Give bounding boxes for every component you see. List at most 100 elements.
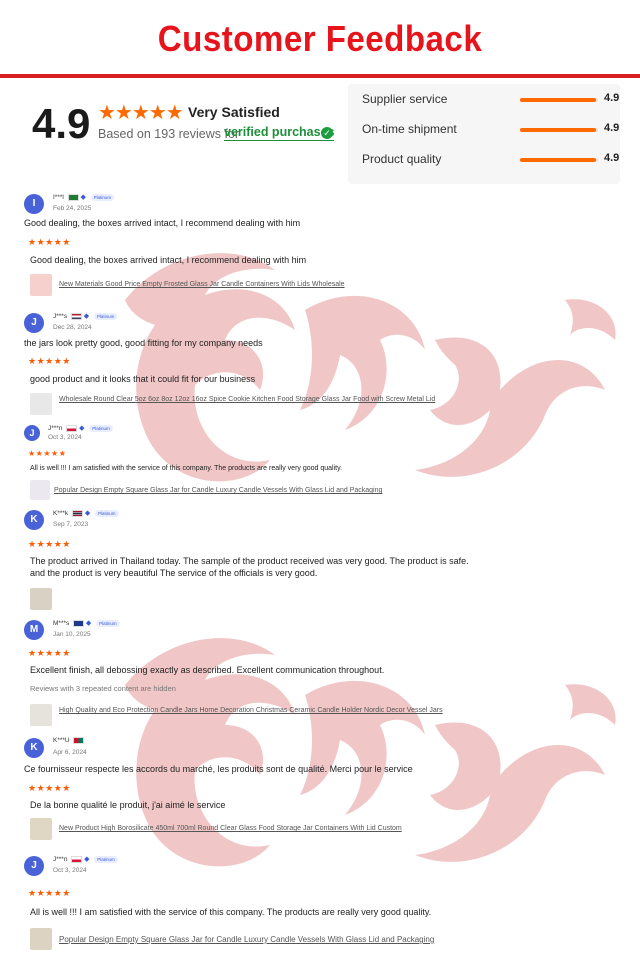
product-name[interactable]: Wholesale Round Clear 5oz 6oz 8oz 12oz 1… <box>59 395 479 405</box>
review-date: Apr 6, 2024 <box>53 749 87 756</box>
product-link[interactable]: Wholesale Round Clear 5oz 6oz 8oz 12oz 1… <box>30 393 490 415</box>
reviewer-name: I***l ◆ Platinum <box>53 193 115 201</box>
review-date: Feb 24, 2025 <box>53 205 92 212</box>
platinum-badge: Platinum <box>95 509 119 517</box>
platinum-badge: Platinum <box>90 193 115 201</box>
metric-bar <box>520 128 598 132</box>
review-date: Oct 3, 2024 <box>53 867 87 874</box>
title-divider <box>0 74 640 78</box>
flag-icon <box>71 855 83 863</box>
reviewer-name: M***s ◆ Platinum <box>53 619 120 627</box>
reviewer-name: K***U <box>53 737 85 745</box>
diamond-icon: ◆ <box>85 620 92 627</box>
verified-purchases-link[interactable]: verified purchases <box>224 125 335 141</box>
product-link[interactable] <box>30 588 490 610</box>
diamond-icon: ◆ <box>84 856 90 863</box>
reviewer-masked-name: J***n <box>53 856 68 863</box>
flag-icon <box>67 193 79 201</box>
reviewer-name: K***k ◆ Platinum <box>53 509 119 517</box>
flag-icon <box>73 737 85 744</box>
metric-on-time-shipment: On-time shipment 4.9 <box>362 120 619 140</box>
product-name[interactable]: High Quality and Eco Protection Candle J… <box>59 706 479 716</box>
reviewer-masked-name: K***k <box>53 510 69 517</box>
avatar: K <box>24 510 44 530</box>
review-date: Sep 7, 2023 <box>53 521 89 528</box>
metric-value: 4.9 <box>604 152 620 164</box>
reviewer-name: J***s ◆ Platinum <box>53 312 118 320</box>
hidden-reviews-note: Reviews with 3 repeated content are hidd… <box>30 684 176 693</box>
review-date: Jan 10, 2025 <box>53 631 91 638</box>
product-thumbnail <box>30 393 52 415</box>
product-link[interactable]: Popular Design Empty Square Glass Jar fo… <box>30 928 490 950</box>
product-link[interactable]: High Quality and Eco Protection Candle J… <box>30 704 490 726</box>
avatar: J <box>24 425 40 441</box>
flag-icon <box>73 619 85 627</box>
product-thumbnail <box>30 704 52 726</box>
review-text: Good dealing, the boxes arrived intact, … <box>30 255 307 265</box>
metric-label: Product quality <box>362 152 442 166</box>
flag-icon <box>70 312 82 320</box>
product-thumbnail <box>30 818 52 840</box>
review-stars: ★★★★★ <box>28 237 71 247</box>
metric-bar-fill <box>520 158 597 162</box>
review-comment: Good dealing, the boxes arrived intact, … <box>24 218 301 228</box>
review-stars: ★★★★★ <box>28 648 71 658</box>
product-name[interactable]: New Materials Good Price Empty Frosted G… <box>59 281 345 288</box>
review-date: Dec 28, 2024 <box>53 324 92 331</box>
review-text: Excellent finish, all debossing exactly … <box>30 665 385 675</box>
product-link[interactable]: New Materials Good Price Empty Frosted G… <box>30 274 490 296</box>
review-text: The product arrived in Thailand today. T… <box>30 556 469 578</box>
product-link[interactable]: New Product High Borosilicate 450ml 700m… <box>30 818 490 840</box>
reviewer-masked-name: J***n <box>48 425 63 432</box>
review-stars: ★★★★★ <box>28 888 71 898</box>
review-text: All is well !!! I am satisfied with the … <box>30 907 432 917</box>
avatar: J <box>24 856 44 876</box>
reviewer-masked-name: K***U <box>53 737 70 745</box>
reviewer-name: J***n ◆ Platinum <box>53 855 118 863</box>
review-count-text: Based on 193 reviews for <box>98 127 240 141</box>
avatar: M <box>24 620 44 640</box>
review-text: All is well !!! I am satisfied with the … <box>30 465 343 472</box>
metric-label: On-time shipment <box>362 122 457 136</box>
reviewer-masked-name: M***s <box>53 620 70 627</box>
rating-label: Very Satisfied <box>188 104 280 120</box>
flag-icon <box>66 424 78 432</box>
metric-bar <box>520 158 598 162</box>
review-stars: ★★★★★ <box>28 539 71 549</box>
product-name[interactable]: Popular Design Empty Square Glass Jar fo… <box>59 935 434 944</box>
diamond-icon: ◆ <box>83 313 90 320</box>
metric-label: Supplier service <box>362 92 448 106</box>
product-thumbnail <box>30 928 52 950</box>
metric-product-quality: Product quality 4.9 <box>362 150 619 170</box>
diamond-icon: ◆ <box>79 425 85 432</box>
platinum-badge: Platinum <box>89 424 113 432</box>
reviewer-masked-name: J***s <box>53 313 68 320</box>
metric-bar-fill <box>520 128 597 132</box>
review-text: good product and it looks that it could … <box>30 374 256 384</box>
review-stars: ★★★★★ <box>28 783 71 793</box>
review-text: De la bonne qualité le produit, j'ai aim… <box>30 800 226 810</box>
review-comment: Ce fournisseur respecte les accords du m… <box>24 764 413 774</box>
page-title: Customer Feedback <box>157 18 483 59</box>
product-name[interactable]: Popular Design Empty Square Glass Jar fo… <box>54 487 382 494</box>
review-stars: ★★★★★ <box>28 449 67 458</box>
check-circle-icon: ✓ <box>321 127 333 139</box>
flag-icon <box>72 509 83 517</box>
product-link[interactable]: Popular Design Empty Square Glass Jar fo… <box>30 480 490 502</box>
diamond-icon: ◆ <box>80 194 86 201</box>
overall-stars: ★★★★★ <box>98 102 184 124</box>
metric-bar-fill <box>520 98 597 102</box>
metric-value: 4.9 <box>604 92 620 104</box>
rating-metrics-panel: Supplier service 4.9 On-time shipment 4.… <box>348 84 620 184</box>
product-name[interactable]: New Product High Borosilicate 450ml 700m… <box>59 825 402 832</box>
platinum-badge: Platinum <box>96 619 120 627</box>
reviewer-masked-name: I***l <box>53 194 64 201</box>
metric-bar <box>520 98 598 102</box>
diamond-icon: ◆ <box>84 510 91 517</box>
platinum-badge: Platinum <box>93 312 118 320</box>
platinum-badge: Platinum <box>94 855 118 863</box>
review-date: Oct 3, 2024 <box>48 434 82 441</box>
product-thumbnail <box>30 274 52 296</box>
product-thumbnail <box>30 480 50 500</box>
metric-supplier-service: Supplier service 4.9 <box>362 90 619 110</box>
